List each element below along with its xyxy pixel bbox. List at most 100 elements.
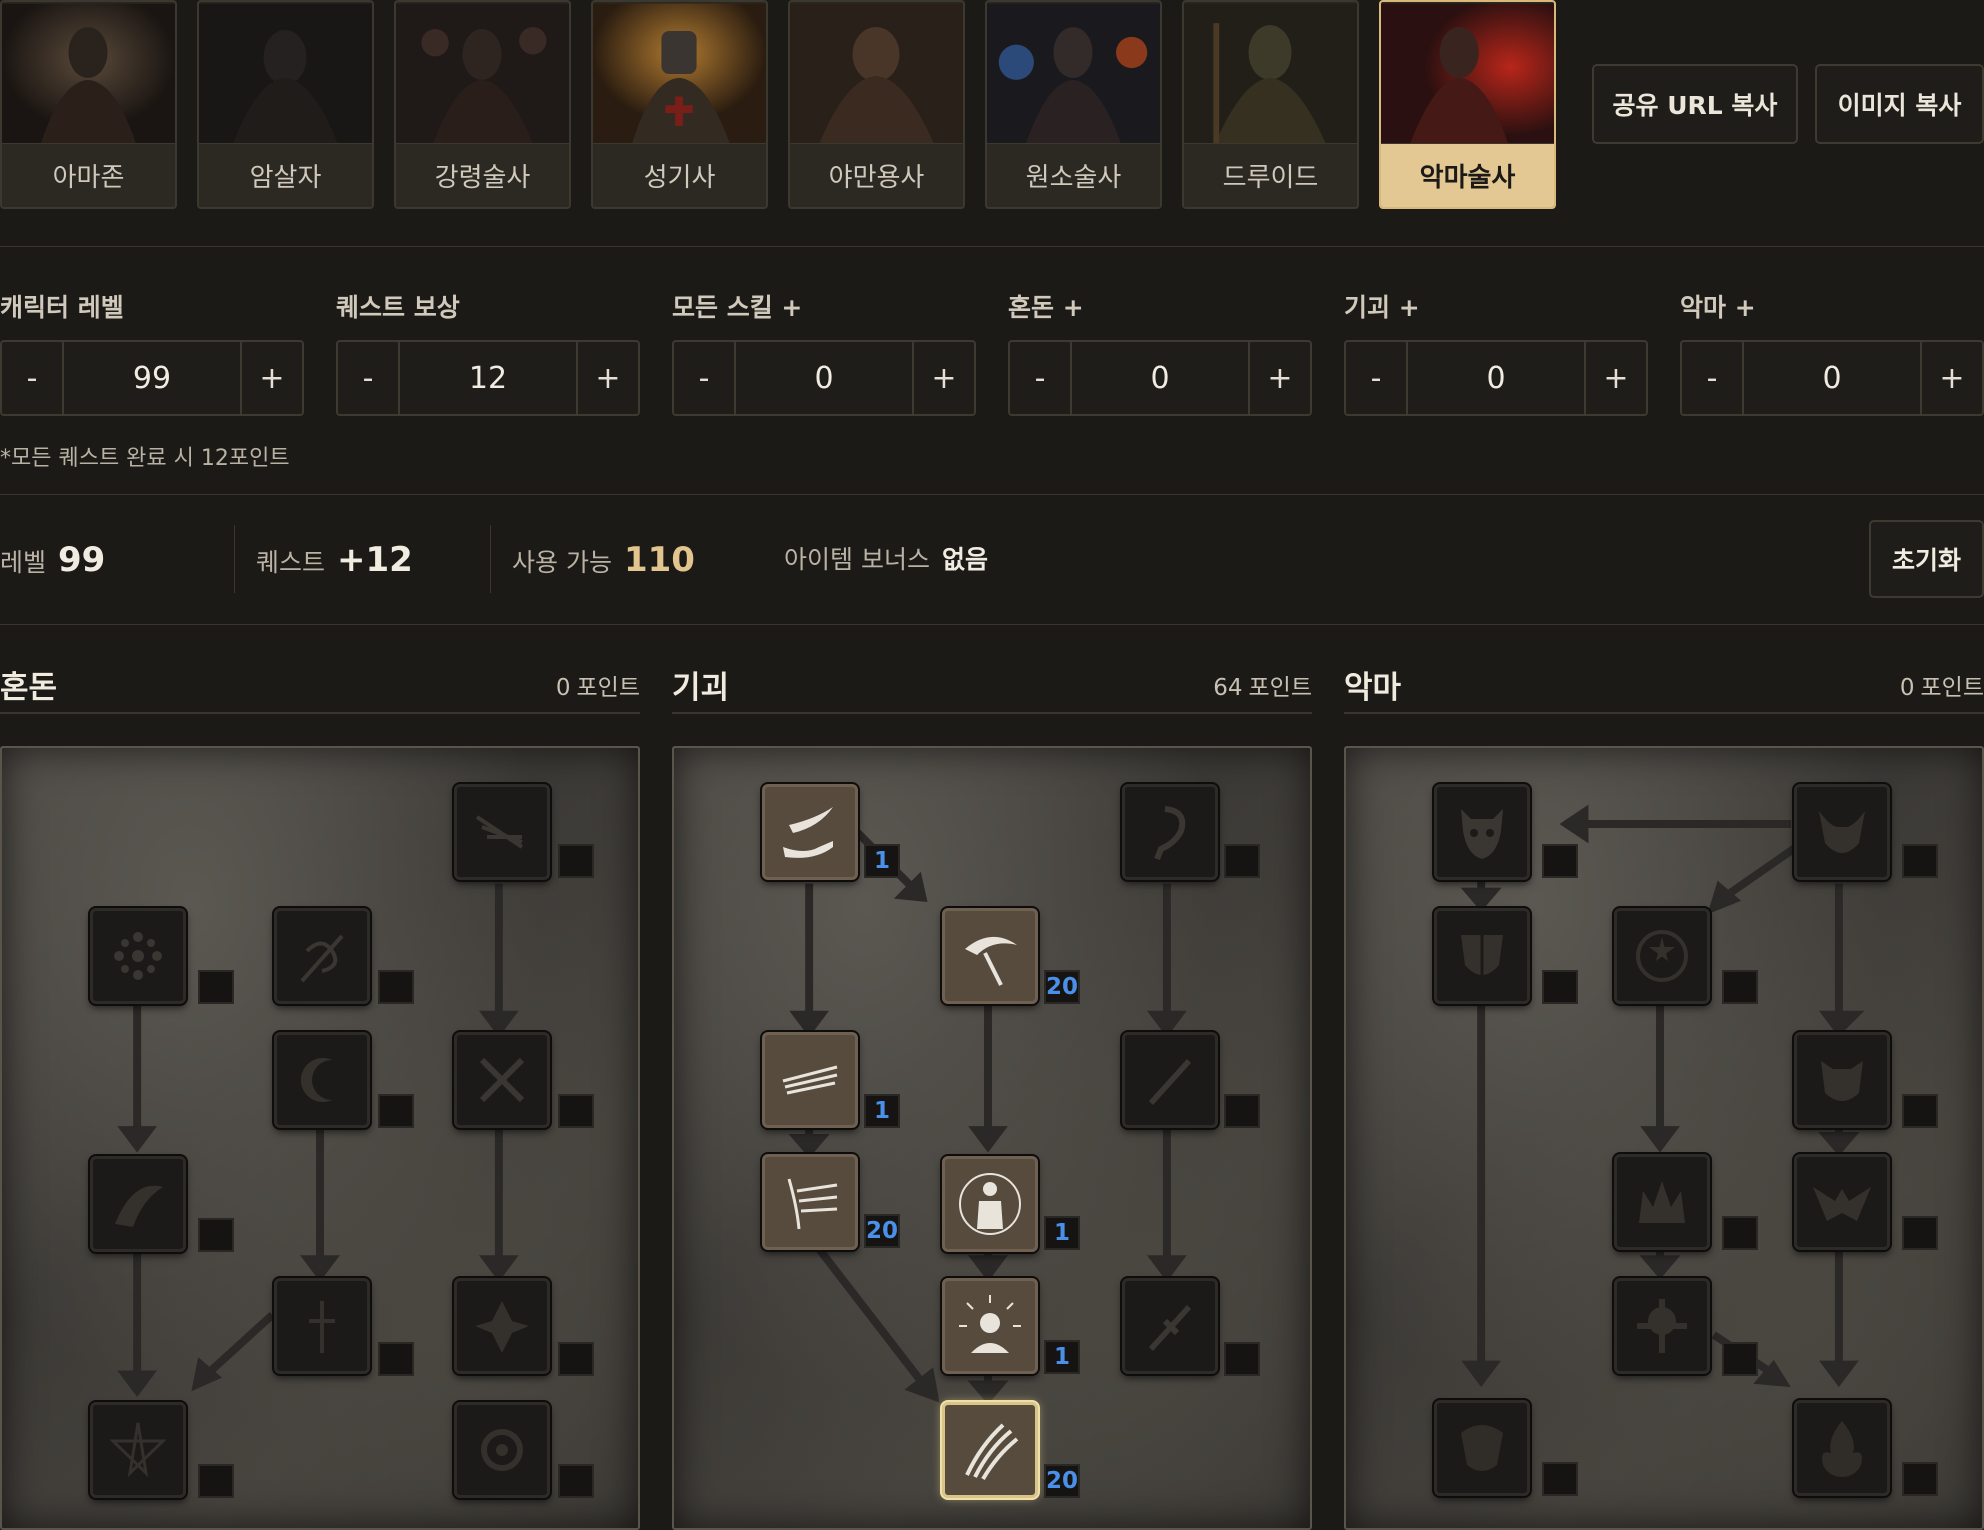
class-tab-assassin[interactable]: 암살자 [197,0,374,209]
rune-dagger-icon [309,1301,335,1353]
class-tab-paladin[interactable]: 성기사 [591,0,768,209]
skill-demon-4[interactable] [1614,908,1710,1004]
increment-button[interactable]: + [1920,342,1982,414]
class-tab-sorceress[interactable]: 원소술사 [985,0,1162,209]
class-tab-amazon[interactable]: 아마존 [0,0,177,209]
skill-chaos-6[interactable] [90,1156,186,1252]
skill-points [1902,1462,1938,1496]
flame-crown-icon [1639,1181,1685,1223]
skill-grotesque-2[interactable] [942,908,1038,1004]
demon-skill-tree [1344,746,1984,1530]
stepper-value[interactable]: 99 [64,342,240,414]
skill-demon-9[interactable] [1434,1400,1530,1496]
decrement-button[interactable]: - [1010,342,1072,414]
skill-grotesque-7[interactable] [942,1156,1038,1252]
class-tab-necromancer[interactable]: 강령술사 [394,0,571,209]
class-tab-druid[interactable]: 드루이드 [1182,0,1359,209]
quest-reward-control: 퀘스트 보상 - 12 + [336,288,640,416]
skill-chaos-4[interactable] [274,1032,370,1128]
paladin-portrait [593,2,766,145]
level-label: 레벨 [0,548,47,577]
skill-demon-8[interactable] [1614,1278,1710,1374]
skill-points: 1 [1044,1216,1080,1250]
class-tab-warlock[interactable]: 악마술사 [1379,0,1556,209]
stepper-value[interactable]: 0 [1744,342,1920,414]
skill-chaos-7[interactable] [274,1278,370,1374]
class-name: 암살자 [199,143,372,207]
stepper-value[interactable]: 12 [400,342,576,414]
skill-chaos-10[interactable] [454,1402,550,1498]
class-name: 성기사 [593,143,766,207]
wing-slash-icon [115,1185,163,1227]
skill-grotesque-9[interactable] [942,1278,1038,1374]
skill-grotesque-8[interactable] [1122,1278,1218,1374]
decrement-button[interactable]: - [674,342,736,414]
skill-chaos-8[interactable] [454,1278,550,1374]
skill-points [1722,970,1758,1004]
decrement-button[interactable]: - [1682,342,1744,414]
skill-chaos-5[interactable] [454,1032,550,1128]
skill-chaos-2[interactable] [274,908,370,1004]
skill-demon-5[interactable] [1794,1032,1890,1128]
copy-image-button[interactable]: 이미지 복사 [1815,64,1984,144]
class-tab-barbarian[interactable]: 야만용사 [788,0,965,209]
skill-grotesque-1[interactable] [762,784,858,880]
winged-demon-icon [1813,1187,1871,1221]
tree-points: 0 포인트 [1900,668,1984,702]
druid-portrait [1184,2,1357,145]
chaos-skill-tree [0,746,640,1530]
class-name: 악마술사 [1381,143,1554,207]
tree-title: 기괴 [672,670,730,706]
increment-button[interactable]: + [1248,342,1310,414]
increment-button[interactable]: + [1584,342,1646,414]
decrement-button[interactable]: - [2,342,64,414]
hellfire-icon [1822,1421,1862,1477]
skill-chaos-3[interactable] [454,784,550,880]
stepper-label: 모든 스킬 + [672,293,803,322]
all-skills-stepper: - 0 + [672,340,976,416]
tree-points-unit: 포인트 [1920,675,1984,701]
hook-blade-icon [1154,806,1186,861]
skill-chaos-9[interactable] [90,1402,186,1498]
increment-button[interactable]: + [576,342,638,414]
skill-grotesque-10[interactable] [942,1402,1038,1498]
tree-title: 혼돈 [0,670,58,706]
skill-points [1902,1094,1938,1128]
grotesque-bonus-control: 기괴 + - 0 + [1344,288,1648,416]
skill-points [1722,1216,1758,1250]
skill-points [1542,1462,1578,1496]
skill-grotesque-5[interactable] [1122,1032,1218,1128]
scythe-icon [965,936,1017,986]
skill-grotesque-3[interactable] [1122,784,1218,880]
grotesque-tree-header: 기괴 64 포인트 [672,662,1312,714]
item-bonus-label: 아이템 보너스 [784,545,930,574]
divider [0,624,1984,625]
skill-demon-6[interactable] [1614,1154,1710,1250]
skill-points [1224,1094,1260,1128]
available-label: 사용 가능 [512,548,612,577]
figure-aura-icon [959,1173,1021,1235]
stepper-value[interactable]: 0 [736,342,912,414]
skill-chaos-1[interactable] [90,908,186,1004]
skill-demon-10[interactable] [1794,1400,1890,1496]
skill-demon-1[interactable] [1434,784,1530,880]
increment-button[interactable]: + [912,342,974,414]
skill-demon-3[interactable] [1434,908,1530,1004]
tree-points-value: 64 [1213,675,1243,701]
copy-share-url-button[interactable]: 공유 URL 복사 [1592,64,1798,144]
skill-grotesque-4[interactable] [762,1032,858,1128]
reset-button[interactable]: 초기화 [1869,520,1984,598]
stepper-value[interactable]: 0 [1072,342,1248,414]
split-shield-icon [1461,935,1503,981]
skill-points: 20 [864,1214,900,1248]
crescent-icon [300,1058,332,1102]
decrement-button[interactable]: - [1346,342,1408,414]
decrement-button[interactable]: - [338,342,400,414]
stepper-value[interactable]: 0 [1408,342,1584,414]
skill-demon-2[interactable] [1794,784,1890,880]
skill-demon-7[interactable] [1794,1154,1890,1250]
skill-points: 20 [1044,970,1080,1004]
skill-points [558,1094,594,1128]
skill-grotesque-6[interactable] [762,1154,858,1250]
increment-button[interactable]: + [240,342,302,414]
